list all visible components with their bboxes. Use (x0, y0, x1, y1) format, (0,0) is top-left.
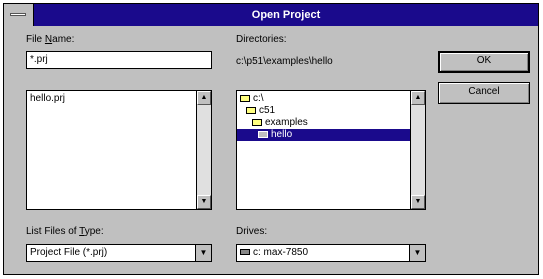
file-type-label: List Files of Type: (26, 226, 104, 237)
scroll-down-arrow-icon[interactable]: ▼ (197, 195, 211, 209)
system-menu-icon (10, 13, 26, 16)
file-type-dropdown[interactable]: Project File (*.prj) ▼ (26, 244, 212, 262)
directory-item-hello[interactable]: hello (237, 129, 410, 141)
directory-item-root[interactable]: c:\ (237, 93, 425, 105)
file-name-input[interactable]: *.prj (26, 51, 212, 69)
scroll-up-arrow-icon[interactable]: ▲ (197, 91, 211, 105)
open-folder-icon (240, 94, 250, 102)
open-folder-icon (246, 106, 256, 114)
dropdown-arrow-icon[interactable]: ▼ (409, 245, 425, 261)
scroll-up-arrow-icon[interactable]: ▲ (411, 91, 425, 105)
file-list[interactable]: hello.prj ▲ ▼ (26, 90, 212, 210)
directory-name: examples (265, 117, 308, 128)
directory-item-c51[interactable]: c51 (237, 105, 425, 117)
hard-drive-icon (240, 249, 250, 256)
drives-dropdown[interactable]: c: max-7850 ▼ (236, 244, 426, 262)
dialog-title: Open Project (251, 9, 321, 21)
current-path: c:\p51\examples\hello (236, 56, 333, 67)
directory-name: c:\ (253, 93, 264, 104)
directory-item-examples[interactable]: examples (237, 117, 425, 129)
directory-list[interactable]: c:\ c51 examples hello ▲ ▼ (236, 90, 426, 210)
scroll-down-arrow-icon[interactable]: ▼ (411, 195, 425, 209)
cancel-button[interactable]: Cancel (438, 82, 530, 104)
file-type-value: Project File (*.prj) (30, 247, 108, 258)
drives-value: c: max-7850 (253, 247, 309, 258)
file-name-label: File Name: (26, 34, 75, 45)
file-list-scrollbar[interactable]: ▲ ▼ (196, 91, 211, 209)
directory-name: c51 (259, 105, 276, 116)
open-project-dialog: Open Project File Name: *.prj hello.prj … (3, 3, 539, 275)
drives-label: Drives: (236, 226, 268, 237)
system-menu-button[interactable] (4, 4, 34, 26)
directories-label: Directories: (236, 34, 287, 45)
dropdown-arrow-icon[interactable]: ▼ (195, 245, 211, 261)
title-bar[interactable]: Open Project (4, 4, 538, 26)
drives-value-wrap: c: max-7850 (240, 247, 308, 258)
directory-list-scrollbar[interactable]: ▲ ▼ (410, 91, 425, 209)
ok-button[interactable]: OK (438, 51, 530, 73)
file-list-item[interactable]: hello.prj (27, 93, 211, 105)
folder-icon (258, 130, 268, 138)
directory-name: hello (271, 129, 293, 140)
open-folder-icon (252, 118, 262, 126)
